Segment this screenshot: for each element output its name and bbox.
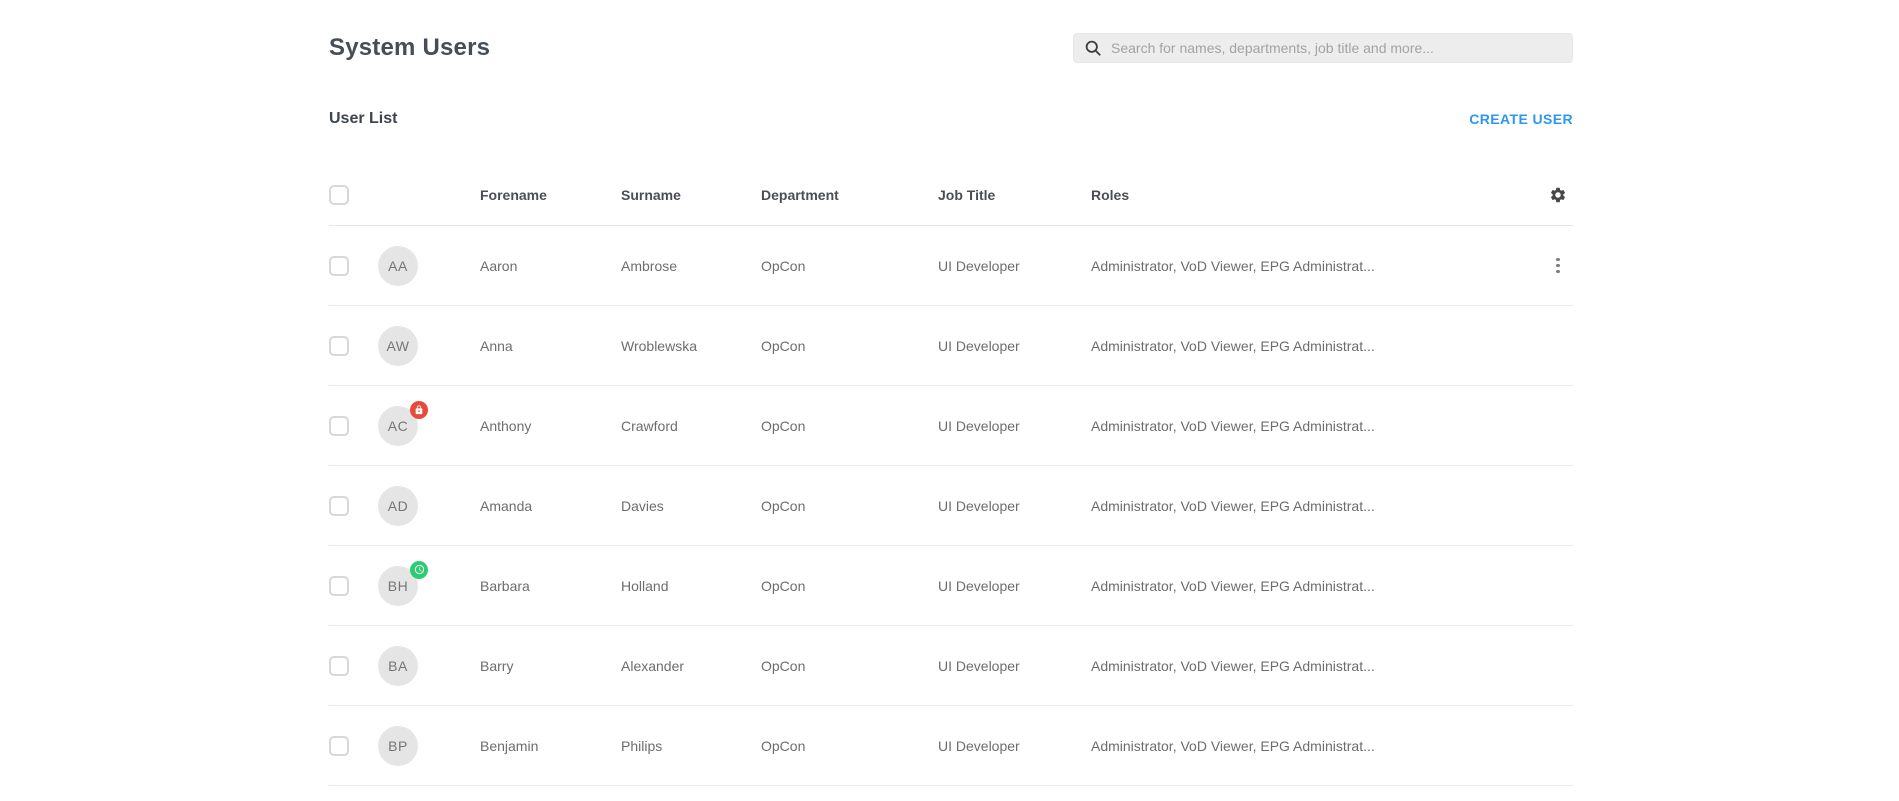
avatar: BP bbox=[378, 726, 418, 766]
locked-badge bbox=[410, 401, 428, 419]
avatar-initials: BP bbox=[388, 738, 408, 754]
table-row[interactable]: BP Benjamin Philips OpCon UI Developer A… bbox=[329, 706, 1573, 786]
cell-forename: Barbara bbox=[480, 578, 621, 594]
kebab-dot bbox=[1556, 258, 1560, 262]
cell-surname: Davies bbox=[621, 498, 761, 514]
cell-surname: Crawford bbox=[621, 418, 761, 434]
row-menu-button[interactable] bbox=[1550, 254, 1566, 278]
avatar: BA bbox=[378, 646, 418, 686]
table-row[interactable]: BH Barbara Holland OpCon UI Developer Ad… bbox=[329, 546, 1573, 626]
row-checkbox[interactable] bbox=[329, 256, 349, 276]
avatar-initials: BA bbox=[388, 658, 408, 674]
cell-roles: Administrator, VoD Viewer, EPG Administr… bbox=[1091, 658, 1543, 674]
cell-roles: Administrator, VoD Viewer, EPG Administr… bbox=[1091, 578, 1543, 594]
column-settings-button[interactable] bbox=[1549, 186, 1567, 204]
cell-job-title: UI Developer bbox=[938, 498, 1091, 514]
clock-badge bbox=[410, 561, 428, 579]
table-row[interactable]: AW Anna Wroblewska OpCon UI Developer Ad… bbox=[329, 306, 1573, 386]
column-header-roles: Roles bbox=[1091, 187, 1543, 203]
row-checkbox[interactable] bbox=[329, 496, 349, 516]
cell-forename: Anthony bbox=[480, 418, 621, 434]
avatar: AD bbox=[378, 486, 418, 526]
row-checkbox[interactable] bbox=[329, 576, 349, 596]
cell-forename: Amanda bbox=[480, 498, 621, 514]
cell-department: OpCon bbox=[761, 338, 938, 354]
row-checkbox[interactable] bbox=[329, 736, 349, 756]
table-row[interactable]: AC Anthony Crawford OpCon UI Developer A… bbox=[329, 386, 1573, 466]
cell-forename: Anna bbox=[480, 338, 621, 354]
cell-roles: Administrator, VoD Viewer, EPG Administr… bbox=[1091, 418, 1543, 434]
avatar: AA bbox=[378, 246, 418, 286]
cell-job-title: UI Developer bbox=[938, 338, 1091, 354]
create-user-button[interactable]: CREATE USER bbox=[1469, 111, 1573, 127]
cell-job-title: UI Developer bbox=[938, 738, 1091, 754]
table-row[interactable]: AA Aaron Ambrose OpCon UI Developer Admi… bbox=[329, 226, 1573, 306]
avatar: AC bbox=[378, 406, 418, 446]
clock-icon bbox=[414, 564, 425, 575]
page-title: System Users bbox=[329, 33, 1073, 63]
kebab-dot bbox=[1556, 270, 1560, 274]
avatar-initials: AD bbox=[388, 498, 408, 514]
user-table-body: AA Aaron Ambrose OpCon UI Developer Admi… bbox=[329, 226, 1573, 786]
cell-department: OpCon bbox=[761, 738, 938, 754]
avatar-initials: BH bbox=[388, 578, 408, 594]
cell-roles: Administrator, VoD Viewer, EPG Administr… bbox=[1091, 738, 1543, 754]
kebab-dot bbox=[1556, 264, 1560, 268]
search-box[interactable] bbox=[1073, 33, 1573, 63]
cell-department: OpCon bbox=[761, 658, 938, 674]
cell-surname: Philips bbox=[621, 738, 761, 754]
row-checkbox[interactable] bbox=[329, 656, 349, 676]
table-row[interactable]: AD Amanda Davies OpCon UI Developer Admi… bbox=[329, 466, 1573, 546]
section-bar: User List CREATE USER bbox=[329, 105, 1573, 133]
avatar-initials: AA bbox=[388, 258, 408, 274]
cell-surname: Holland bbox=[621, 578, 761, 594]
avatar: BH bbox=[378, 566, 418, 606]
cell-roles: Administrator, VoD Viewer, EPG Administr… bbox=[1091, 338, 1543, 354]
avatar-initials: AW bbox=[386, 338, 409, 354]
select-all-checkbox[interactable] bbox=[329, 185, 349, 205]
cell-roles: Administrator, VoD Viewer, EPG Administr… bbox=[1091, 258, 1543, 274]
cell-roles: Administrator, VoD Viewer, EPG Administr… bbox=[1091, 498, 1543, 514]
column-header-department: Department bbox=[761, 187, 938, 203]
cell-surname: Ambrose bbox=[621, 258, 761, 274]
row-checkbox[interactable] bbox=[329, 416, 349, 436]
table-row[interactable]: BA Barry Alexander OpCon UI Developer Ad… bbox=[329, 626, 1573, 706]
avatar: AW bbox=[378, 326, 418, 366]
cell-job-title: UI Developer bbox=[938, 658, 1091, 674]
cell-job-title: UI Developer bbox=[938, 258, 1091, 274]
cell-job-title: UI Developer bbox=[938, 418, 1091, 434]
column-header-surname: Surname bbox=[621, 187, 761, 203]
gear-icon bbox=[1549, 186, 1567, 204]
cell-surname: Alexander bbox=[621, 658, 761, 674]
avatar-initials: AC bbox=[388, 418, 408, 434]
lock-icon bbox=[414, 405, 424, 415]
cell-forename: Benjamin bbox=[480, 738, 621, 754]
cell-forename: Barry bbox=[480, 658, 621, 674]
cell-department: OpCon bbox=[761, 418, 938, 434]
cell-job-title: UI Developer bbox=[938, 578, 1091, 594]
column-header-job-title: Job Title bbox=[938, 187, 1091, 203]
cell-department: OpCon bbox=[761, 578, 938, 594]
search-input[interactable] bbox=[1111, 40, 1562, 56]
top-bar: System Users bbox=[329, 0, 1573, 63]
cell-department: OpCon bbox=[761, 498, 938, 514]
row-checkbox[interactable] bbox=[329, 336, 349, 356]
cell-forename: Aaron bbox=[480, 258, 621, 274]
main-content: System Users User List CREATE USER Foren… bbox=[329, 0, 1573, 786]
cell-surname: Wroblewska bbox=[621, 338, 761, 354]
table-header-row: Forename Surname Department Job Title Ro… bbox=[329, 165, 1573, 226]
cell-department: OpCon bbox=[761, 258, 938, 274]
column-header-forename: Forename bbox=[480, 187, 621, 203]
search-icon bbox=[1084, 39, 1102, 57]
section-title: User List bbox=[329, 110, 1469, 128]
